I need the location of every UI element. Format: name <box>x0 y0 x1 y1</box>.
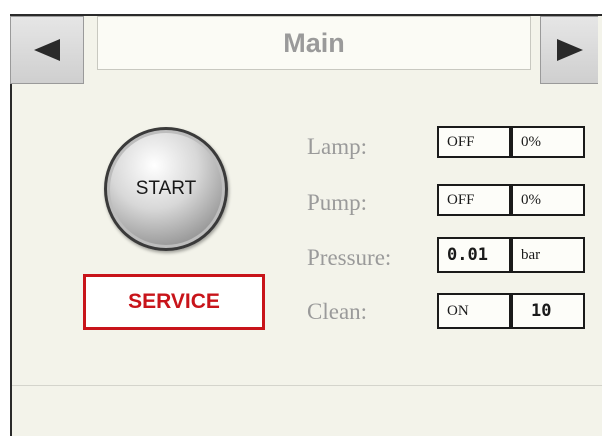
pump-label: Pump: <box>307 190 368 215</box>
pressure-unit: bar <box>511 237 585 273</box>
lamp-label: Lamp: <box>307 134 368 159</box>
service-button[interactable]: SERVICE <box>83 274 265 330</box>
clean-count-value: 10 <box>511 293 585 329</box>
pump-level-value: 0% <box>511 184 585 216</box>
pressure-value: 0.01 <box>437 237 511 273</box>
prev-screen-button[interactable] <box>10 16 84 84</box>
start-button[interactable]: START <box>104 127 228 251</box>
clean-label: Clean: <box>307 299 368 324</box>
arrow-right-icon <box>556 39 583 61</box>
lamp-state-value: OFF <box>437 126 511 158</box>
next-screen-button[interactable] <box>540 16 598 84</box>
pressure-label: Pressure: <box>307 245 392 270</box>
divider <box>12 385 602 386</box>
pump-state-value: OFF <box>437 184 511 216</box>
lamp-level-value: 0% <box>511 126 585 158</box>
clean-state-value: ON <box>437 293 511 329</box>
page-title: Main <box>97 16 531 70</box>
hmi-panel <box>10 14 602 436</box>
arrow-left-icon <box>34 39 60 61</box>
